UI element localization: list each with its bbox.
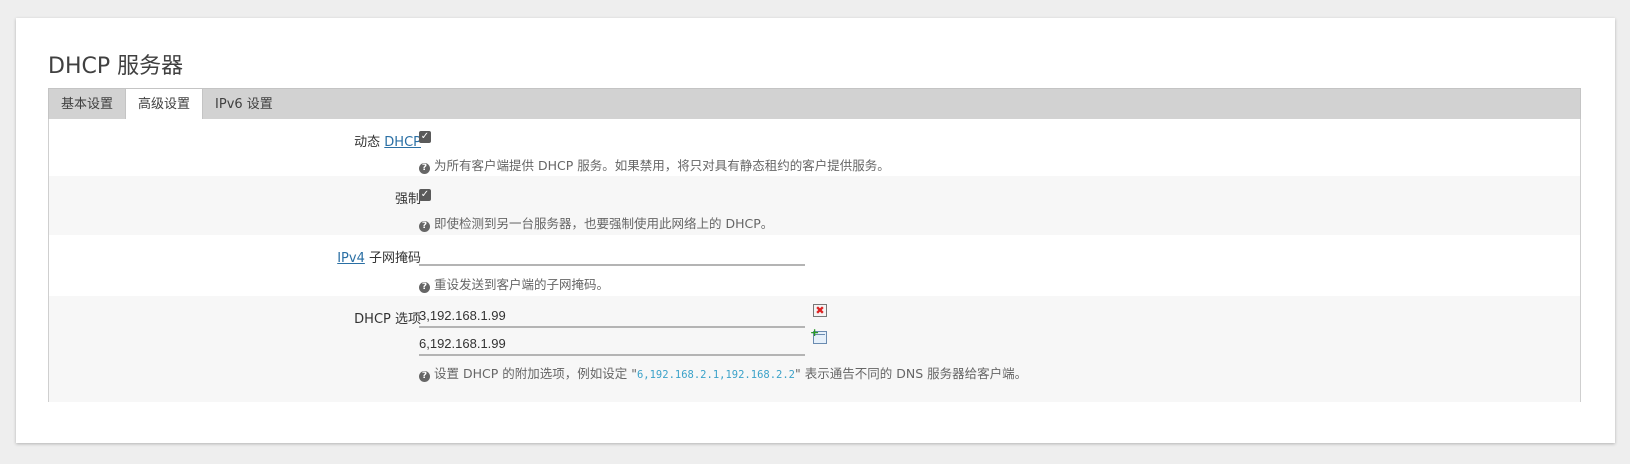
row-ipv4-netmask: IPv4 子网掩码 ? 重设发送到客户端的子网掩码。 [49, 235, 1580, 296]
ipv4-netmask-help: ? 重设发送到客户端的子网掩码。 [419, 274, 609, 293]
dhcp-link[interactable]: DHCP [384, 135, 421, 150]
dynamic-dhcp-help: ? 为所有客户端提供 DHCP 服务。如果禁用，将只对具有静态租约的客户提供服务。 [419, 155, 890, 174]
dynamic-dhcp-label: 动态 DHCP [354, 135, 421, 150]
tab-content: 动态 DHCP ✓ ? 为所有客户端提供 DHCP 服务。如果禁用，将只对具有静态… [48, 119, 1581, 402]
check-icon: ✓ [420, 131, 430, 142]
row-force: 强制 ✓ ? 即使检测到另一台服务器，也要强制使用此网络上的 DHCP。 [49, 176, 1580, 235]
dhcp-option-input-2[interactable] [419, 332, 805, 356]
ipv4-netmask-input[interactable] [419, 244, 805, 266]
remove-icon[interactable]: ✖ [813, 304, 827, 317]
dhcp-option-input-1[interactable] [419, 304, 805, 328]
add-icon[interactable]: + [810, 327, 827, 344]
question-circle-icon: ? [419, 163, 430, 174]
help-code-example: 6,192.168.2.1,192.168.2.2 [636, 369, 796, 381]
tab-ipv6[interactable]: IPv6 设置 [203, 89, 285, 119]
dhcp-options-label: DHCP 选项 [354, 312, 421, 327]
check-icon: ✓ [420, 189, 430, 200]
question-circle-icon: ? [419, 282, 430, 293]
question-circle-icon: ? [419, 371, 430, 382]
force-checkbox[interactable]: ✓ [419, 189, 431, 201]
row-dhcp-options: DHCP 选项 ✖ + ?设置 DHCP 的附加选项，例如设定 "6,192.1… [49, 296, 1580, 402]
dhcp-options-help: ? 设置 DHCP 的附加选项，例如设定 "6,192.168.2.1,192.1… [419, 363, 1027, 382]
tab-advanced[interactable]: 高级设置 [125, 89, 204, 119]
ipv4-link[interactable]: IPv4 [337, 251, 365, 266]
tab-general[interactable]: 基本设置 [49, 89, 125, 119]
force-label: 强制 [394, 192, 421, 207]
row-dynamic-dhcp: 动态 DHCP ✓ ? 为所有客户端提供 DHCP 服务。如果禁用，将只对具有静态… [49, 119, 1580, 176]
ipv4-netmask-label: IPv4 子网掩码 [337, 251, 421, 266]
section-title: DHCP 服务器 [48, 54, 184, 79]
tab-bar: 基本设置 高级设置 IPv6 设置 [48, 88, 1581, 119]
dynamic-dhcp-checkbox[interactable]: ✓ [419, 131, 431, 143]
dhcp-server-panel: DHCP 服务器 基本设置 高级设置 IPv6 设置 动态 DHCP ✓ ? 为所… [16, 18, 1615, 443]
question-circle-icon: ? [419, 221, 430, 232]
force-help: ? 即使检测到另一台服务器，也要强制使用此网络上的 DHCP。 [419, 213, 773, 232]
